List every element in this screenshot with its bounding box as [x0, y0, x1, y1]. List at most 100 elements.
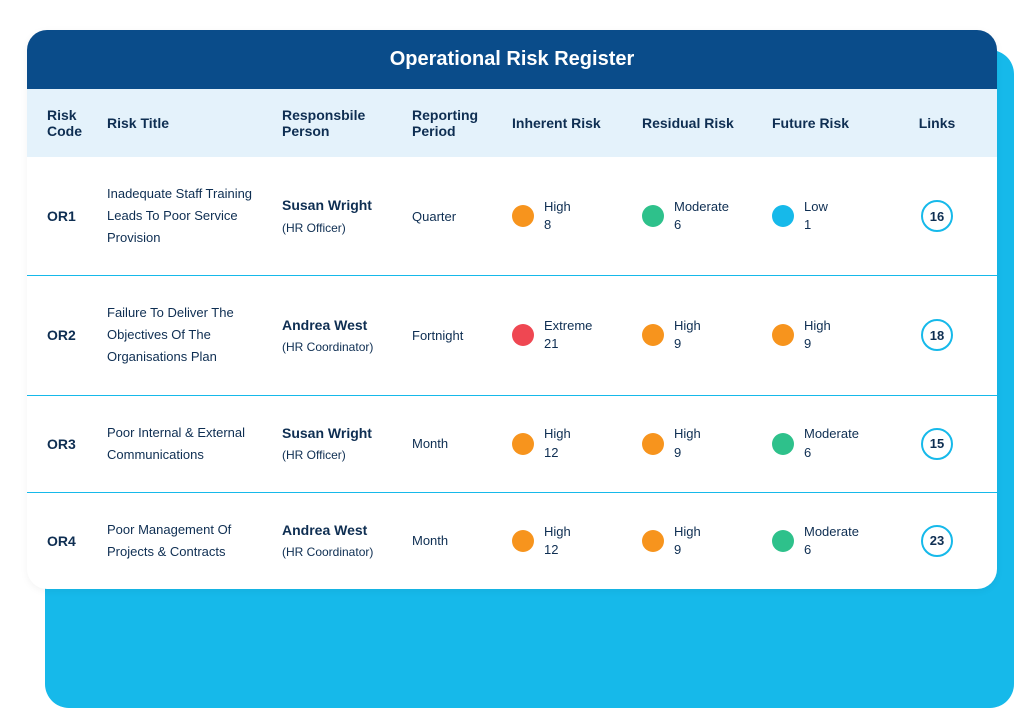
risk-score: 9 [674, 444, 701, 462]
reporting-period: Fortnight [412, 328, 512, 343]
risk-level: High [804, 317, 831, 335]
risk-text: High9 [804, 317, 831, 353]
header-risk-code: Risk Code [47, 107, 107, 139]
risk-dot-icon [642, 205, 664, 227]
header-responsible-person: Responsbile Person [282, 107, 412, 139]
header-inherent-risk: Inherent Risk [512, 115, 642, 131]
responsible-person: Andrea West (HR Coordinator) [282, 519, 412, 563]
reporting-period: Month [412, 436, 512, 451]
risk-dot-icon [512, 433, 534, 455]
risk-code: OR3 [47, 436, 107, 452]
risk-title: Poor Internal & External Communications [107, 422, 282, 466]
risk-score: 6 [674, 216, 729, 234]
risk-level: Low [804, 198, 828, 216]
responsible-person: Susan Wright (HR Officer) [282, 194, 412, 238]
risk-level: Extreme [544, 317, 592, 335]
risk-score: 8 [544, 216, 571, 234]
risk-score: 6 [804, 444, 859, 462]
person-role: (HR Coordinator) [282, 338, 412, 357]
residual-risk: Moderate6 [642, 198, 772, 234]
risk-text: High8 [544, 198, 571, 234]
links-badge[interactable]: 15 [921, 428, 953, 460]
risk-title: Inadequate Staff Training Leads To Poor … [107, 183, 282, 249]
table-header: Risk Code Risk Title Responsbile Person … [27, 89, 997, 157]
links-cell: 23 [902, 525, 972, 557]
risk-dot-icon [772, 433, 794, 455]
risk-level: High [544, 425, 571, 443]
risk-level: High [544, 198, 571, 216]
page-title: Operational Risk Register [27, 30, 997, 89]
risk-text: High9 [674, 425, 701, 461]
reporting-period: Month [412, 533, 512, 548]
risk-level: High [674, 317, 701, 335]
header-reporting-period: Reporting Period [412, 107, 512, 139]
future-risk: Moderate6 [772, 425, 902, 461]
table-row: OR2Failure To Deliver The Objectives Of … [27, 276, 997, 395]
inherent-risk: High8 [512, 198, 642, 234]
person-role: (HR Coordinator) [282, 543, 412, 562]
risk-title: Failure To Deliver The Objectives Of The… [107, 302, 282, 368]
links-cell: 15 [902, 428, 972, 460]
risk-text: High12 [544, 523, 571, 559]
reporting-period: Quarter [412, 209, 512, 224]
risk-text: Moderate6 [804, 425, 859, 461]
links-cell: 18 [902, 319, 972, 351]
person-role: (HR Officer) [282, 446, 412, 465]
risk-code: OR1 [47, 208, 107, 224]
risk-score: 12 [544, 541, 571, 559]
risk-score: 9 [674, 335, 701, 353]
person-name: Andrea West [282, 317, 367, 333]
risk-dot-icon [642, 433, 664, 455]
risk-score: 12 [544, 444, 571, 462]
table-row: OR3Poor Internal & External Communicatio… [27, 396, 997, 493]
risk-dot-icon [512, 205, 534, 227]
risk-dot-icon [772, 324, 794, 346]
header-residual-risk: Residual Risk [642, 115, 772, 131]
risk-text: High9 [674, 523, 701, 559]
risk-score: 9 [804, 335, 831, 353]
inherent-risk: High12 [512, 425, 642, 461]
risk-level: High [674, 425, 701, 443]
risk-text: High12 [544, 425, 571, 461]
responsible-person: Susan Wright (HR Officer) [282, 422, 412, 466]
risk-score: 21 [544, 335, 592, 353]
risk-text: Low1 [804, 198, 828, 234]
residual-risk: High9 [642, 425, 772, 461]
person-name: Andrea West [282, 522, 367, 538]
risk-level: High [544, 523, 571, 541]
links-badge[interactable]: 16 [921, 200, 953, 232]
risk-dot-icon [642, 324, 664, 346]
risk-dot-icon [772, 205, 794, 227]
table-row: OR4Poor Management Of Projects & Contrac… [27, 493, 997, 589]
header-links: Links [902, 115, 972, 131]
person-name: Susan Wright [282, 197, 372, 213]
links-badge[interactable]: 23 [921, 525, 953, 557]
table-row: OR1Inadequate Staff Training Leads To Po… [27, 157, 997, 276]
table-body: OR1Inadequate Staff Training Leads To Po… [27, 157, 997, 589]
header-future-risk: Future Risk [772, 115, 902, 131]
risk-dot-icon [642, 530, 664, 552]
person-name: Susan Wright [282, 425, 372, 441]
future-risk: Low1 [772, 198, 902, 234]
person-role: (HR Officer) [282, 219, 412, 238]
inherent-risk: Extreme21 [512, 317, 642, 353]
risk-score: 6 [804, 541, 859, 559]
risk-level: High [674, 523, 701, 541]
header-risk-title: Risk Title [107, 115, 282, 131]
responsible-person: Andrea West (HR Coordinator) [282, 314, 412, 358]
residual-risk: High9 [642, 317, 772, 353]
risk-title: Poor Management Of Projects & Contracts [107, 519, 282, 563]
risk-code: OR4 [47, 533, 107, 549]
future-risk: High9 [772, 317, 902, 353]
risk-code: OR2 [47, 327, 107, 343]
risk-level: Moderate [674, 198, 729, 216]
risk-text: Extreme21 [544, 317, 592, 353]
risk-text: Moderate6 [674, 198, 729, 234]
risk-level: Moderate [804, 425, 859, 443]
risk-dot-icon [512, 324, 534, 346]
risk-register-card: Operational Risk Register Risk Code Risk… [27, 30, 997, 589]
residual-risk: High9 [642, 523, 772, 559]
risk-dot-icon [772, 530, 794, 552]
links-badge[interactable]: 18 [921, 319, 953, 351]
risk-text: Moderate6 [804, 523, 859, 559]
